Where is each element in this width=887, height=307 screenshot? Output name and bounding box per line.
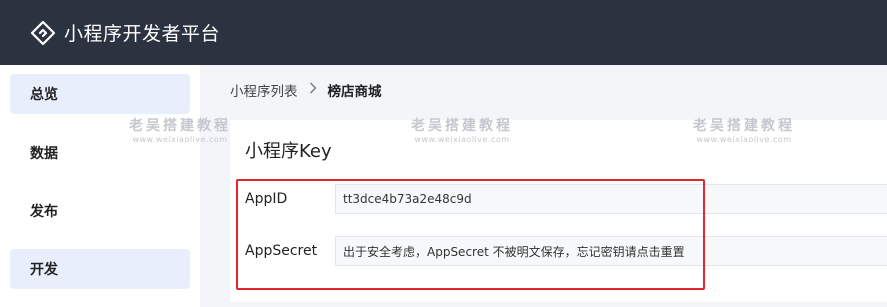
- sidebar-item-label: 数据: [30, 146, 58, 162]
- breadcrumb: 小程序列表 榜店商城: [230, 80, 382, 100]
- app-title[interactable]: 小程序开发者平台: [64, 19, 220, 46]
- card-title: 小程序Key: [245, 141, 332, 162]
- dev-platform-logo-icon[interactable]: [30, 20, 56, 46]
- top-bar: 小程序开发者平台: [0, 0, 887, 65]
- breadcrumb-current: 榜店商城: [327, 84, 382, 100]
- watermark-url: www.weixiaolive.com: [414, 135, 510, 144]
- sidebar-item-label: 总览: [30, 87, 58, 103]
- watermark-title: 老吴搭建教程: [693, 118, 795, 134]
- sidebar-item-label: 发布: [30, 204, 58, 220]
- watermark: 老吴搭建教程 www.weixiaolive.com: [125, 115, 235, 144]
- sidebar-item-overview[interactable]: 总览: [10, 74, 190, 114]
- chevron-right-icon: [309, 82, 317, 98]
- highlight-box: [236, 179, 705, 290]
- breadcrumb-parent-link[interactable]: 小程序列表: [230, 80, 298, 100]
- watermark-url: www.weixiaolive.com: [696, 135, 792, 144]
- watermark: 老吴搭建教程 www.weixiaolive.com: [407, 115, 517, 144]
- watermark-title: 老吴搭建教程: [129, 118, 231, 134]
- watermark-url: www.weixiaolive.com: [132, 135, 228, 144]
- watermark: 老吴搭建教程 www.weixiaolive.com: [689, 115, 799, 144]
- watermark-title: 老吴搭建教程: [411, 118, 513, 134]
- sidebar-item-label: 开发: [30, 262, 58, 278]
- sidebar: 总览 数据 发布 开发: [0, 65, 200, 307]
- sidebar-item-develop[interactable]: 开发: [10, 249, 190, 289]
- sidebar-item-publish[interactable]: 发布: [10, 191, 190, 231]
